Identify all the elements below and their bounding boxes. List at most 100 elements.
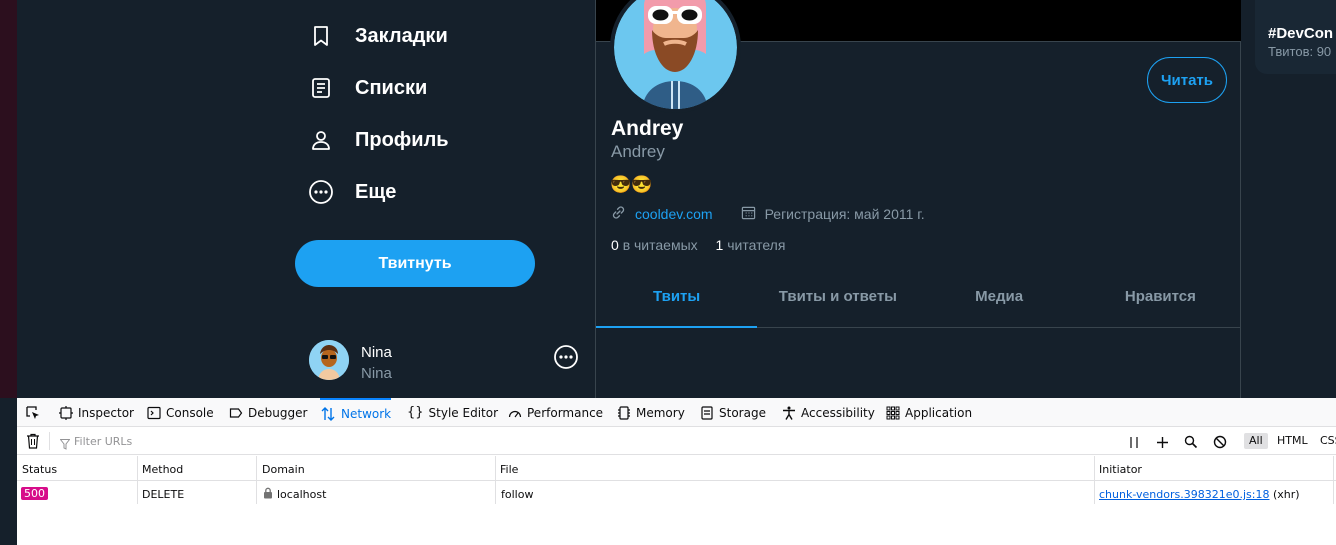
tab-console[interactable]: Console (147, 398, 214, 427)
tab-likes[interactable]: Нравится (1080, 266, 1241, 327)
accessibility-icon (783, 406, 795, 420)
network-icon (321, 406, 335, 421)
tab-storage[interactable]: Storage (700, 398, 766, 427)
requests-table-header: Status Method Domain File Initiator (17, 456, 1336, 481)
bookmark-icon (307, 22, 335, 50)
tab-label: Network (341, 406, 392, 421)
request-file: follow (501, 488, 534, 501)
initiator-type: (xhr) (1272, 488, 1300, 501)
tab-tweets[interactable]: Твиты (596, 266, 758, 328)
initiator-link[interactable]: chunk-vendors.398321e0.js:18 (1099, 488, 1269, 501)
account-switcher[interactable]: Nina Nina (309, 338, 584, 386)
avatar[interactable] (610, 0, 741, 113)
trash-icon[interactable] (26, 433, 40, 453)
filter-html-button[interactable]: HTML (1272, 433, 1313, 449)
debugger-icon (229, 407, 243, 418)
avatar (309, 340, 349, 380)
tab-label: Accessibility (801, 405, 875, 420)
filter-css-button[interactable]: CSS (1315, 433, 1336, 449)
filter-urls-input[interactable]: Filter URLs (74, 435, 132, 448)
tweet-button[interactable]: Твитнуть (295, 240, 535, 287)
tab-debugger[interactable]: Debugger (229, 398, 307, 427)
list-icon (307, 74, 335, 102)
tab-network[interactable]: Network (320, 398, 392, 427)
user-handle: Nina (361, 365, 392, 382)
devtools-panel: Inspector Console Debugger Network {} St… (17, 398, 1336, 545)
element-picker-icon[interactable] (25, 398, 46, 427)
nav-item-label: Профиль (355, 128, 449, 151)
profile-bio: 😎😎 (610, 175, 653, 194)
tab-label: Storage (719, 405, 766, 420)
add-request-icon[interactable] (1156, 434, 1169, 453)
more-circle-icon (307, 178, 335, 206)
link-icon (611, 205, 626, 223)
devtools-toolbar: Inspector Console Debugger Network {} St… (17, 398, 1336, 427)
request-domain: localhost (277, 488, 327, 501)
request-method: DELETE (142, 488, 185, 501)
profile-website-link[interactable]: cooldev.com (635, 206, 713, 222)
nav-item-label: Еще (355, 180, 397, 203)
following-count-link[interactable]: 0 в читаемых (611, 237, 698, 253)
following-count: 0 (611, 237, 619, 253)
performance-icon (508, 410, 522, 417)
following-label: в читаемых (622, 237, 698, 253)
tab-inspector[interactable]: Inspector (59, 398, 134, 427)
os-window-edge (0, 0, 17, 398)
follow-button[interactable]: Читать (1147, 57, 1227, 103)
profile-column: Читать Andrey Andrey 😎😎 cooldev.com Реги… (595, 0, 1241, 398)
tab-label: Inspector (78, 405, 134, 420)
style-editor-icon: {} (407, 405, 424, 420)
storage-icon (701, 405, 713, 420)
application-icon (886, 406, 900, 419)
column-header-initiator[interactable]: Initiator (1099, 463, 1142, 476)
tab-style-editor[interactable]: {} Style Editor (407, 398, 498, 427)
followers-count-link[interactable]: 1 читателя (716, 237, 786, 253)
column-header-method[interactable]: Method (142, 463, 183, 476)
tab-label: Application (905, 405, 973, 420)
followers-count: 1 (715, 237, 724, 253)
lock-icon (263, 487, 273, 502)
nav-item-bookmarks[interactable]: Закладки (307, 16, 448, 56)
request-initiator: chunk-vendors.398321e0.js:18 (xhr) (1099, 488, 1300, 501)
profile-icon (307, 126, 335, 154)
toolbar-separator (49, 432, 50, 450)
tab-label: Style Editor (428, 405, 499, 420)
nav-item-more[interactable]: Еще (307, 172, 396, 212)
tab-media[interactable]: Медиа (919, 266, 1080, 327)
nav-item-label: Закладки (355, 24, 448, 47)
trends-card[interactable]: #DevCon Твитов: 90 (1255, 0, 1336, 74)
filter-all-button[interactable]: All (1244, 433, 1268, 449)
block-icon[interactable] (1213, 434, 1227, 453)
nav-item-label: Списки (355, 76, 428, 99)
column-header-file[interactable]: File (500, 463, 518, 476)
nav-item-lists[interactable]: Списки (307, 68, 427, 108)
tab-label: Memory (636, 405, 685, 420)
tab-performance[interactable]: Performance (508, 398, 603, 427)
console-icon (147, 406, 161, 419)
tab-memory[interactable]: Memory (617, 398, 685, 427)
tab-accessibility[interactable]: Accessibility (782, 398, 875, 427)
trend-tweet-count: Твитов: 90 (1268, 44, 1332, 59)
column-header-status[interactable]: Status (22, 463, 57, 476)
filter-icon (59, 435, 71, 454)
pause-icon[interactable] (1129, 434, 1139, 453)
followers-label: читателя (727, 237, 786, 253)
tab-label: Console (166, 405, 214, 420)
profile-name: Andrey (611, 117, 684, 140)
more-circle-icon[interactable] (553, 344, 579, 370)
tab-application[interactable]: Application (886, 398, 972, 427)
user-display-name: Nina (361, 344, 392, 361)
twitter-app: Закладки Списки Профиль Еще Твитнуть Nin… (17, 0, 1336, 398)
tab-tweets-and-replies[interactable]: Твиты и ответы (757, 266, 918, 327)
column-header-domain[interactable]: Domain (262, 463, 305, 476)
profile-joined-date: Регистрация: май 2011 г. (764, 206, 925, 222)
network-filter-bar: Filter URLs All HTML CSS (17, 427, 1336, 455)
trend-hashtag[interactable]: #DevCon (1268, 25, 1333, 42)
search-icon[interactable] (1184, 434, 1198, 453)
profile-counts: 0 в читаемых 1 читателя (611, 237, 785, 253)
profile-tabs: Твиты Твиты и ответы Медиа Нравится (596, 266, 1241, 328)
memory-icon (618, 405, 630, 420)
calendar-icon (741, 205, 756, 223)
table-row[interactable]: 500 DELETE localhost follow chunk-vendor… (17, 482, 1336, 504)
nav-item-profile[interactable]: Профиль (307, 120, 449, 160)
